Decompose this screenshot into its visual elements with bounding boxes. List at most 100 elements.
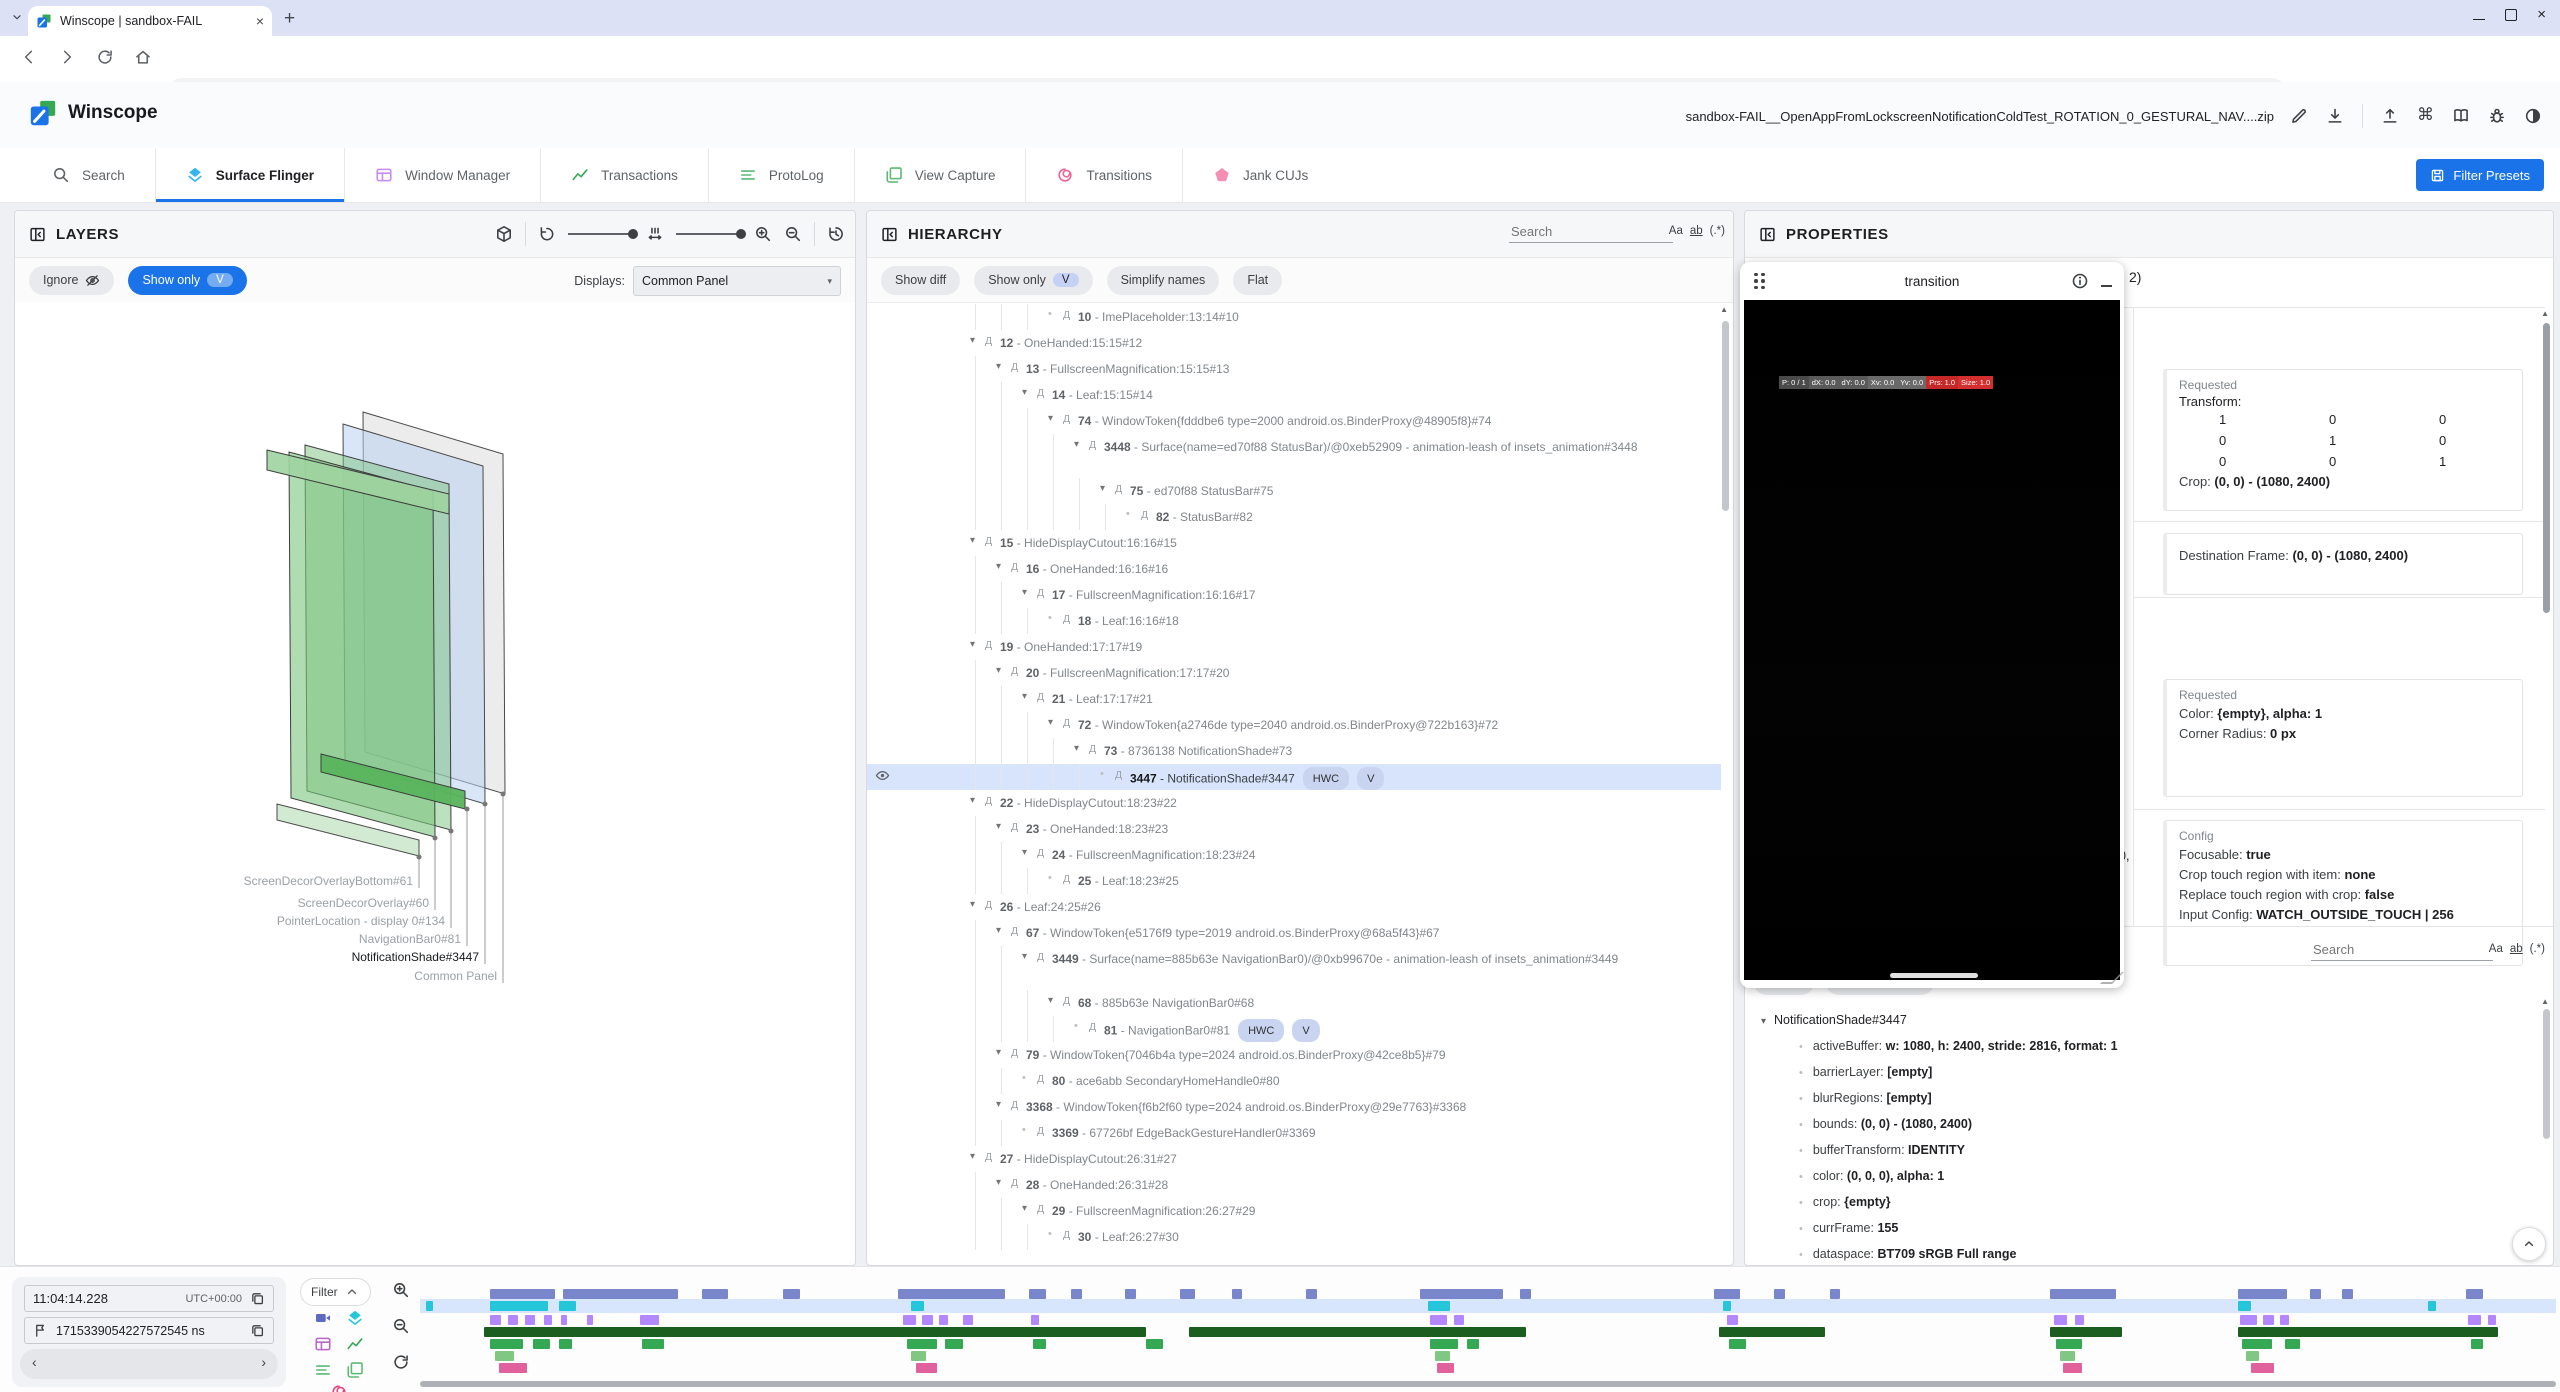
trace-block[interactable] xyxy=(916,1363,937,1373)
expand-arrow-icon[interactable]: ▾ xyxy=(970,1151,975,1162)
trace-block[interactable] xyxy=(2466,1289,2483,1299)
expand-arrow-icon[interactable]: ▾ xyxy=(996,1099,1001,1110)
trace-block[interactable] xyxy=(1430,1339,1458,1349)
new-tab-button[interactable]: + xyxy=(284,8,295,30)
proto-property[interactable]: •bufferTransform: IDENTITY xyxy=(1753,1137,2539,1163)
forward-icon[interactable] xyxy=(58,48,76,66)
trace-block[interactable] xyxy=(1146,1339,1163,1349)
tab-search[interactable]: Search xyxy=(22,148,155,202)
hierarchy-node[interactable]: ▾Д20 - FullscreenMagnification:17:17#20 xyxy=(867,660,1721,686)
trace-block[interactable] xyxy=(1033,1339,1046,1349)
displays-select[interactable]: Common Panel ▾ xyxy=(633,266,841,296)
video-camera-trace-icon[interactable] xyxy=(314,1309,332,1327)
layer-label[interactable]: NotificationShade#3447 xyxy=(352,950,479,964)
trace-block[interactable] xyxy=(2075,1315,2084,1325)
regex-toggle[interactable]: (.*) xyxy=(1710,225,1725,237)
trace-block[interactable] xyxy=(1467,1339,1480,1349)
trace-block[interactable] xyxy=(1430,1315,1447,1325)
trace-block[interactable] xyxy=(2238,1327,2499,1337)
trace-block[interactable] xyxy=(963,1315,974,1325)
trace-block[interactable] xyxy=(911,1351,926,1361)
trace-block[interactable] xyxy=(642,1339,663,1349)
expand-arrow-icon[interactable]: ▾ xyxy=(970,795,975,806)
scroll-left-icon[interactable]: ‹ xyxy=(32,1354,37,1370)
trace-block[interactable] xyxy=(1232,1289,1243,1299)
upload-icon[interactable] xyxy=(2381,107,2399,125)
hierarchy-node[interactable]: ▾Д14 - Leaf:15:15#14 xyxy=(867,382,1721,408)
expand-arrow-icon[interactable]: ▾ xyxy=(996,821,1001,832)
reload-icon[interactable] xyxy=(96,48,114,66)
hierarchy-node[interactable]: ▾Д79 - WindowToken{7046b4a type=2024 and… xyxy=(867,1042,1721,1068)
timeline-scroll-chip[interactable]: ‹ › xyxy=(20,1349,278,1379)
trace-block[interactable] xyxy=(1031,1315,1040,1325)
trace-block[interactable] xyxy=(2238,1301,2251,1311)
hierarchy-scrollbar[interactable]: ▲ xyxy=(1721,305,1730,1261)
expand-arrow-icon[interactable]: ▾ xyxy=(970,335,975,346)
trace-block[interactable] xyxy=(1714,1289,1740,1299)
overlay-header[interactable]: transition xyxy=(1740,262,2124,300)
minimize-window-icon[interactable] xyxy=(2473,19,2485,20)
hierarchy-node[interactable]: ▾Д68 - 885b63e NavigationBar0#68 xyxy=(867,990,1721,1016)
expand-arrow-icon[interactable]: ▾ xyxy=(996,561,1001,572)
chip-simplify-names[interactable]: Simplify names xyxy=(1107,266,1220,295)
expand-arrow-icon[interactable]: ▾ xyxy=(1100,483,1105,494)
hierarchy-node[interactable]: ▾Д12 - OneHanded:15:15#12 xyxy=(867,330,1721,356)
layer-label[interactable]: ScreenDecorOverlay#60 xyxy=(298,896,429,910)
expand-arrow-icon[interactable]: ▾ xyxy=(1074,743,1079,754)
timeline-scrollbar[interactable] xyxy=(420,1381,2556,1387)
hierarchy-node[interactable]: •Д30 - Leaf:26:27#30 xyxy=(867,1224,1721,1250)
hierarchy-node[interactable]: ▾Д23 - OneHanded:18:23#23 xyxy=(867,816,1721,842)
hierarchy-node[interactable]: ▾Д75 - ed70f88 StatusBar#75 xyxy=(867,478,1721,504)
filter-presets-button[interactable]: Filter Presets xyxy=(2416,159,2544,191)
hierarchy-node[interactable]: ▾Д26 - Leaf:24:25#26 xyxy=(867,894,1721,920)
trace-block[interactable] xyxy=(911,1301,924,1311)
tab-surface-flinger[interactable]: Surface Flinger xyxy=(155,148,344,202)
proto-root-node[interactable]: ▾NotificationShade#3447 xyxy=(1753,1007,2539,1033)
hierarchy-node[interactable]: ▾Д21 - Leaf:17:17#21 xyxy=(867,686,1721,712)
visibility-eye-icon[interactable] xyxy=(875,768,890,783)
hierarchy-node[interactable]: •Д3447 - NotificationShade#3447HWCV xyxy=(867,764,1721,790)
trace-block[interactable] xyxy=(544,1315,553,1325)
hierarchy-node[interactable]: ▾Д19 - OneHanded:17:17#19 xyxy=(867,634,1721,660)
regex-toggle[interactable]: (.*) xyxy=(2530,943,2545,955)
trace-block[interactable] xyxy=(561,1315,567,1325)
trace-block[interactable] xyxy=(1719,1327,1826,1337)
expand-arrow-icon[interactable]: ▾ xyxy=(1022,847,1027,858)
transition-overlay-window[interactable]: transition P: 0 / 1dX: 0.0dY: 0.0Xv: 0.0… xyxy=(1740,262,2124,988)
hierarchy-node[interactable]: •Д80 - ace6abb SecondaryHomeHandle0#80 xyxy=(867,1068,1721,1094)
book-icon[interactable] xyxy=(2452,107,2470,125)
copy-icon[interactable] xyxy=(250,1291,265,1306)
expand-arrow-icon[interactable]: ▾ xyxy=(996,361,1001,372)
tab-view-capture[interactable]: View Capture xyxy=(854,148,1026,202)
proto-property[interactable]: •crop: {empty} xyxy=(1753,1189,2539,1215)
line-chart-trace-icon[interactable] xyxy=(346,1335,364,1353)
trace-block[interactable] xyxy=(2468,1315,2481,1325)
expand-arrow-icon[interactable]: ▾ xyxy=(970,535,975,546)
hierarchy-node[interactable]: ▾Д16 - OneHanded:16:16#16 xyxy=(867,556,1721,582)
expand-arrow-icon[interactable]: ▾ xyxy=(996,1177,1001,1188)
trace-block[interactable] xyxy=(783,1289,800,1299)
layers-3d-canvas[interactable]: ScreenDecorOverlayBottom#61ScreenDecorOv… xyxy=(15,302,855,1264)
expand-arrow-icon[interactable]: ▾ xyxy=(996,665,1001,676)
trace-block[interactable] xyxy=(1454,1315,1465,1325)
show-only-chip[interactable]: Show onlyV xyxy=(128,266,246,295)
tab-transitions[interactable]: Transitions xyxy=(1025,148,1182,202)
trace-block[interactable] xyxy=(2280,1315,2289,1325)
drag-handle-icon[interactable] xyxy=(1754,273,1765,290)
expand-arrow-icon[interactable]: ▾ xyxy=(1048,413,1053,424)
trace-block[interactable] xyxy=(903,1315,916,1325)
hierarchy-node[interactable]: ▾Д15 - HideDisplayCutout:16:16#15 xyxy=(867,530,1721,556)
trace-block[interactable] xyxy=(2238,1289,2287,1299)
trace-block[interactable] xyxy=(2060,1351,2075,1361)
hierarchy-node[interactable]: ▾Д67 - WindowToken{e5176f9 type=2019 and… xyxy=(867,920,1721,946)
hierarchy-node[interactable]: ▾Д3449 - Surface(name=885b63e Navigation… xyxy=(867,946,1721,990)
browser-tab[interactable]: Winscope | sandbox-FAIL × xyxy=(28,6,272,36)
trace-block[interactable] xyxy=(2342,1289,2353,1299)
layer-label[interactable]: PointerLocation - display 0#134 xyxy=(277,914,445,928)
trace-block[interactable] xyxy=(898,1289,1005,1299)
trace-block[interactable] xyxy=(484,1327,1146,1337)
trace-block[interactable] xyxy=(499,1363,527,1373)
trace-block[interactable] xyxy=(563,1289,678,1299)
expand-arrow-icon[interactable]: ▾ xyxy=(1022,587,1027,598)
collapse-timeline-button[interactable] xyxy=(2512,1227,2546,1261)
